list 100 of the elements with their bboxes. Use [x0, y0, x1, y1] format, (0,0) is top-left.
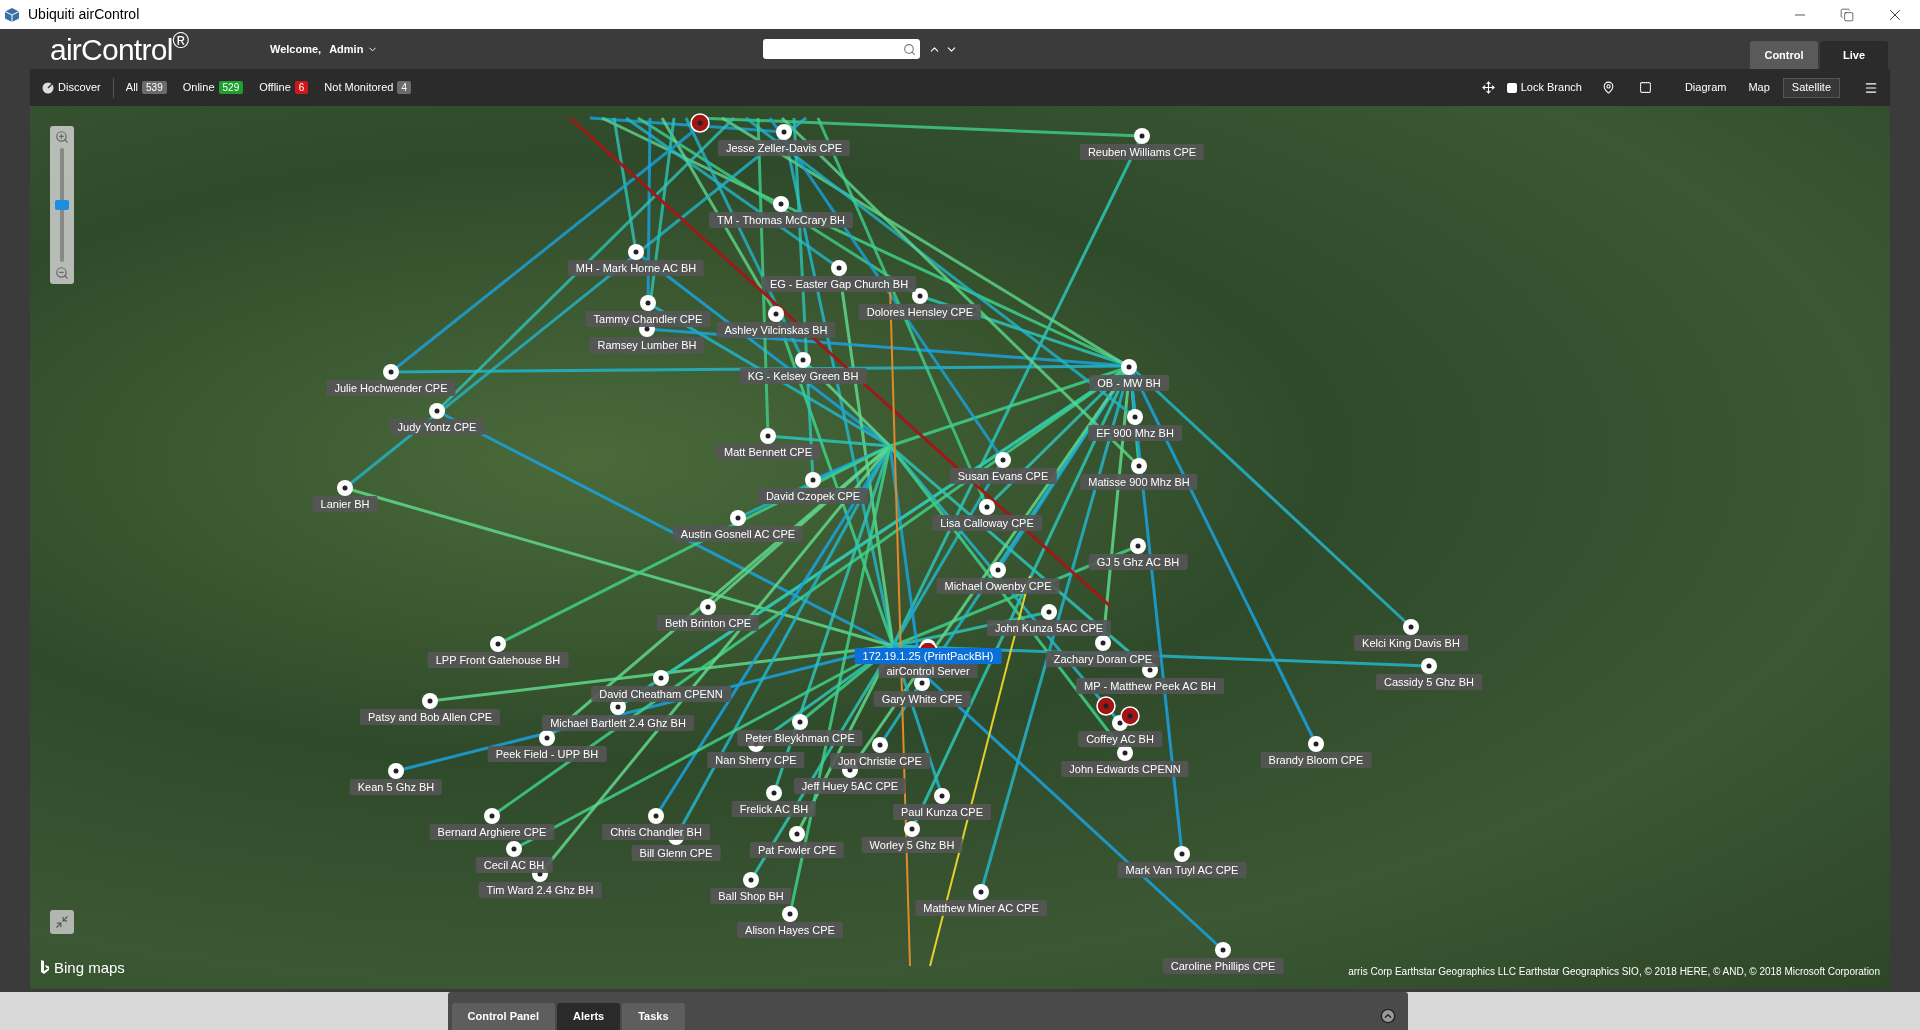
device-label[interactable]: Cecil AC BH	[475, 857, 553, 873]
lock-branch-checkbox[interactable]	[1506, 82, 1517, 93]
device-label[interactable]: Austin Gosnell AC CPE	[672, 526, 804, 542]
device-label[interactable]: Coffey AC BH	[1078, 731, 1162, 747]
device-label[interactable]: Jeff Huey 5AC CPE	[793, 778, 907, 794]
device-label[interactable]: Peter Bleykhman CPE	[737, 730, 863, 746]
restore-icon[interactable]	[1840, 7, 1854, 22]
menu-icon[interactable]	[1864, 80, 1878, 95]
device-label[interactable]: EF 900 Mhz BH	[1088, 425, 1182, 441]
device-label[interactable]: Caroline Phillips CPE	[1162, 958, 1284, 974]
bing-maps-text: Bing maps	[54, 957, 125, 978]
app-cube-icon	[4, 6, 20, 23]
zoom-in-icon[interactable]	[55, 130, 69, 144]
device-label[interactable]: David Cheatham CPENN	[591, 686, 731, 702]
search-icon[interactable]	[903, 42, 917, 56]
zoom-slider[interactable]	[50, 126, 74, 284]
device-label[interactable]: KG - Kelsey Green BH	[739, 368, 867, 384]
device-label[interactable]: Peek Field - UPP BH	[487, 746, 607, 762]
discover-icon	[42, 81, 54, 94]
device-label[interactable]: Frelick AC BH	[731, 801, 817, 817]
map-attribution: arris Corp Earthstar Geographics LLC Earthstar Geographics SIO, © 2018 HERE, © AND, © 2018 Microsoft Corporation	[1348, 965, 1880, 979]
count-badge: 6	[294, 81, 309, 94]
device-label[interactable]: MP - Matthew Peek AC BH	[1076, 678, 1224, 694]
device-label[interactable]: Matisse 900 Mhz BH	[1080, 474, 1198, 490]
window-title: Ubiquiti airControl	[28, 5, 140, 24]
expand-icon[interactable]	[1379, 1008, 1396, 1024]
device-label[interactable]: Ashley Vilcinskas BH	[716, 322, 836, 338]
device-label[interactable]: Zachary Doran CPE	[1045, 651, 1161, 667]
device-label[interactable]: Alison Hayes CPE	[737, 922, 843, 938]
pan-icon[interactable]	[1481, 81, 1495, 94]
device-label[interactable]: Mark Van Tuyl AC CPE	[1117, 862, 1247, 878]
device-label[interactable]: Kelci King Davis BH	[1354, 635, 1468, 651]
device-label[interactable]: Patsy and Bob Allen CPE	[359, 709, 501, 725]
device-label[interactable]: EG - Easter Gap Church BH	[761, 276, 917, 292]
device-label[interactable]: Worley 5 Ghz BH	[861, 837, 963, 853]
device-label[interactable]: Tammy Chandler CPE	[585, 311, 711, 327]
device-label[interactable]: Ramsey Lumber BH	[589, 337, 705, 353]
mode-tab[interactable]: Control	[1750, 41, 1818, 69]
fit-view-button[interactable]	[50, 910, 74, 934]
select-area-icon[interactable]	[1638, 81, 1652, 94]
device-label[interactable]: Judy Yontz CPE	[389, 419, 485, 435]
bing-logo-icon	[40, 959, 50, 976]
device-label[interactable]: Tim Ward 2.4 Ghz BH	[478, 882, 602, 898]
device-label[interactable]: Matthew Miner AC CPE	[915, 900, 1047, 916]
device-label[interactable]: TM - Thomas McCrary BH	[708, 212, 854, 228]
device-label[interactable]: Paul Kunza CPE	[893, 804, 991, 820]
user-menu[interactable]: Admin	[329, 40, 379, 58]
filter-button[interactable]: Offline 6	[259, 79, 309, 96]
count-badge: 529	[218, 81, 244, 94]
count-badge: 539	[142, 81, 167, 94]
view-toggle[interactable]: Satellite	[1782, 77, 1840, 98]
panel-tab[interactable]: Control Panel	[451, 1003, 555, 1030]
device-label[interactable]: Brandy Bloom CPE	[1260, 752, 1372, 768]
device-label[interactable]: Jesse Zeller-Davis CPE	[717, 140, 851, 156]
device-label[interactable]: Reuben Williams CPE	[1079, 144, 1205, 160]
filter-button[interactable]: Online 529	[182, 79, 244, 96]
device-label[interactable]: Jon Christie CPE	[830, 753, 930, 769]
view-toggle[interactable]: Map	[1739, 77, 1779, 98]
device-label[interactable]: Dolores Hensley CPE	[858, 304, 982, 320]
panel-tab[interactable]: Tasks	[622, 1003, 685, 1030]
device-label[interactable]: Gary White CPE	[873, 691, 971, 707]
count-badge: 4	[397, 81, 411, 94]
device-label[interactable]: GJ 5 Ghz AC BH	[1088, 554, 1188, 570]
device-label[interactable]: Kean 5 Ghz BH	[349, 779, 443, 795]
satellite-map[interactable]	[30, 106, 1890, 989]
device-label[interactable]: Nan Sherry CPE	[707, 752, 805, 768]
welcome-text: Welcome,	[270, 41, 322, 57]
device-label[interactable]: Michael Owenby CPE	[936, 578, 1060, 594]
device-label[interactable]: Bill Glenn CPE	[631, 845, 721, 861]
search-field[interactable]	[763, 39, 921, 59]
device-label[interactable]: David Czopek CPE	[757, 488, 869, 504]
device-label[interactable]: LPP Front Gatehouse BH	[427, 652, 569, 668]
device-label[interactable]: Cassidy 5 Ghz BH	[1376, 674, 1482, 690]
device-label[interactable]: Julie Hochwender CPE	[326, 380, 456, 396]
filter-button[interactable]: Not Monitored 4	[324, 79, 411, 96]
device-label[interactable]: Matt Bennett CPE	[716, 444, 820, 460]
device-label[interactable]: Beth Brinton CPE	[656, 615, 760, 631]
device-label[interactable]: OB - MW BH	[1089, 375, 1169, 391]
filter-button[interactable]: All 539	[125, 79, 167, 96]
device-label[interactable]: 172.19.1.25 (PrintPackBH)	[854, 648, 1002, 664]
device-label[interactable]: Lisa Calloway CPE	[932, 515, 1042, 531]
device-label[interactable]: Susan Evans CPE	[949, 468, 1057, 484]
device-subtitle: airControl Server	[878, 664, 978, 678]
view-toggle[interactable]: Diagram	[1675, 77, 1736, 98]
pin-icon[interactable]	[1601, 81, 1615, 94]
discover-button[interactable]: Discover	[42, 79, 101, 96]
zoom-thumb[interactable]	[55, 200, 69, 210]
device-label[interactable]: Pat Fowler CPE	[749, 842, 845, 858]
device-label[interactable]: Bernard Arghiere CPE	[429, 824, 555, 840]
device-label[interactable]: John Kunza 5AC CPE	[986, 620, 1112, 636]
shrink-icon	[55, 915, 69, 929]
mode-tab[interactable]: Live	[1820, 41, 1888, 69]
zoom-out-icon[interactable]	[55, 266, 69, 280]
device-label[interactable]: John Edwards CPENN	[1061, 761, 1189, 777]
device-label[interactable]: Lanier BH	[312, 496, 378, 512]
device-label[interactable]: Ball Shop BH	[710, 888, 792, 904]
device-label[interactable]: MH - Mark Horne AC BH	[567, 260, 705, 276]
panel-tab[interactable]: Alerts	[557, 1003, 621, 1030]
device-label[interactable]: Michael Bartlett 2.4 Ghz BH	[542, 715, 694, 731]
device-label[interactable]: Chris Chandler BH	[602, 824, 710, 840]
